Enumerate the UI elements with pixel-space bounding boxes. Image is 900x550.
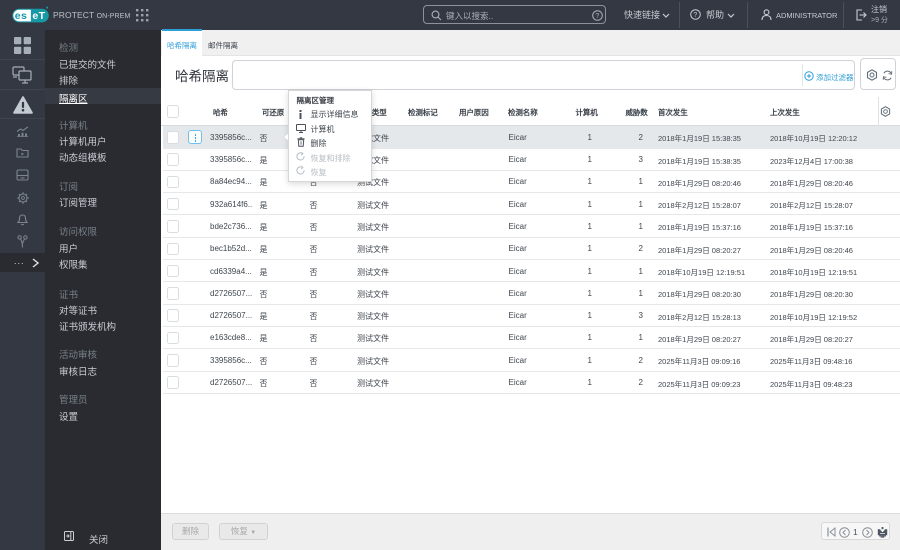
svg-text:es: es bbox=[15, 10, 27, 22]
svg-text:?: ? bbox=[595, 13, 599, 20]
svg-text:?: ? bbox=[693, 12, 697, 19]
svg-text:eT: eT bbox=[32, 10, 45, 22]
